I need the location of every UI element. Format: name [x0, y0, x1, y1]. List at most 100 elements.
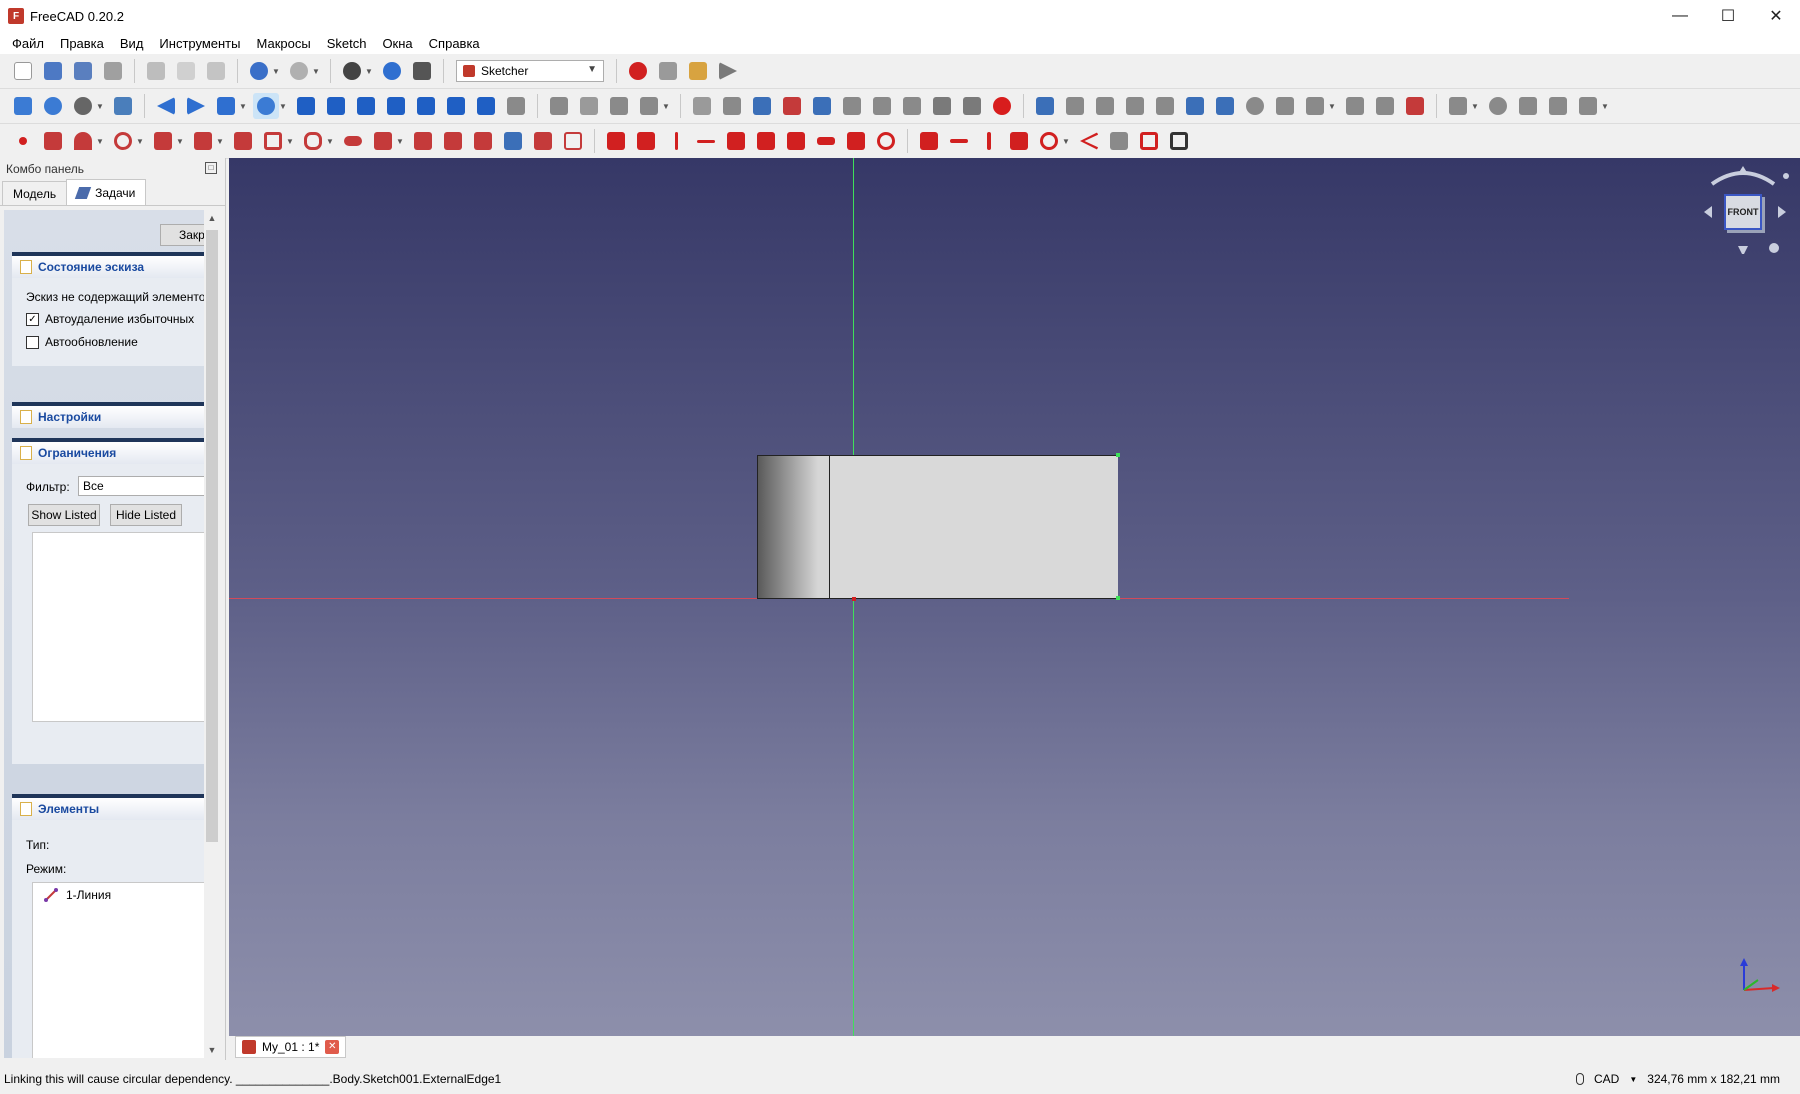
constraints-header[interactable]: Ограничения [12, 438, 204, 464]
3d-viewport[interactable]: FRONT [229, 158, 1800, 1036]
rectangle-icon[interactable] [260, 128, 286, 154]
macro-run-icon[interactable] [715, 58, 741, 84]
stop-operation-icon[interactable] [989, 93, 1015, 119]
draw-style-icon[interactable] [70, 93, 96, 119]
close-sketch-button[interactable]: Закр [160, 224, 204, 246]
distance-constraint-icon[interactable] [1006, 128, 1032, 154]
select-redundant-icon[interactable] [1152, 93, 1178, 119]
perpendicular-constraint-icon[interactable] [753, 128, 779, 154]
navcube-front-face[interactable]: FRONT [1724, 194, 1762, 230]
vertical-distance-icon[interactable] [976, 128, 1002, 154]
show-hide-geometry-icon[interactable] [1242, 93, 1268, 119]
view-top-icon[interactable] [353, 93, 379, 119]
menu-file[interactable]: Файл [4, 36, 52, 51]
tangent-constraint-icon[interactable] [783, 128, 809, 154]
block-constraint-icon[interactable] [873, 128, 899, 154]
select-vertical-axis-icon[interactable] [1092, 93, 1118, 119]
fit-all-icon[interactable] [10, 93, 36, 119]
minimize-button[interactable]: — [1656, 0, 1704, 32]
workbench-selector[interactable]: Sketcher ▼ [456, 60, 604, 82]
tab-tasks[interactable]: Задачи [66, 179, 147, 205]
sketch-edit-icon[interactable] [719, 93, 745, 119]
sketch-leave-icon[interactable] [749, 93, 775, 119]
menu-macros[interactable]: Макросы [248, 36, 318, 51]
menu-sketch[interactable]: Sketch [319, 36, 375, 51]
clone-icon[interactable] [1302, 93, 1328, 119]
filter-select[interactable]: Все [78, 476, 204, 496]
delete-all-geometry-icon[interactable] [1402, 93, 1428, 119]
settings-header[interactable]: Настройки [12, 402, 204, 428]
vertex-point[interactable] [1116, 453, 1120, 457]
bspline-curve-icon[interactable] [190, 128, 216, 154]
auto-remove-redundant-checkbox[interactable]: ✓ Автоудаление избыточных [26, 312, 194, 326]
paste-icon[interactable] [203, 58, 229, 84]
hide-listed-button[interactable]: Hide Listed [110, 504, 182, 526]
toggle-active-icon[interactable] [1166, 128, 1192, 154]
parallel-constraint-icon[interactable] [723, 128, 749, 154]
origin-point[interactable] [852, 597, 856, 601]
create-part-icon[interactable] [546, 93, 572, 119]
view-isometric-icon[interactable] [293, 93, 319, 119]
arc-icon[interactable] [70, 128, 96, 154]
copy-icon[interactable] [173, 58, 199, 84]
create-group-icon[interactable] [576, 93, 602, 119]
measure-icon[interactable] [503, 93, 529, 119]
merge-sketch-icon[interactable] [929, 93, 955, 119]
remove-axes-alignment-icon[interactable] [1372, 93, 1398, 119]
select-origin-icon[interactable] [1062, 93, 1088, 119]
checkbox-unchecked[interactable] [26, 335, 39, 349]
constraints-list[interactable] [32, 532, 204, 722]
print-icon[interactable] [100, 58, 126, 84]
rectangular-array-icon[interactable] [1342, 93, 1368, 119]
link-actions-icon[interactable] [636, 93, 662, 119]
whats-this-icon[interactable] [409, 58, 435, 84]
horizontal-distance-icon[interactable] [946, 128, 972, 154]
construction-mode-icon[interactable] [560, 128, 586, 154]
map-sketch-icon[interactable] [839, 93, 865, 119]
sync-view-icon[interactable] [253, 93, 279, 119]
elements-list[interactable] [32, 882, 204, 1058]
bspline-icon[interactable] [1445, 93, 1471, 119]
lock-constraint-icon[interactable] [916, 128, 942, 154]
select-horizontal-axis-icon[interactable] [1122, 93, 1148, 119]
redo-icon[interactable] [286, 58, 312, 84]
chevron-down-icon[interactable]: ▼ [1629, 1075, 1637, 1084]
point-on-object-constraint-icon[interactable] [633, 128, 659, 154]
point-icon[interactable] [10, 128, 36, 154]
refresh-icon[interactable] [379, 58, 405, 84]
symmetric-constraint-icon[interactable] [843, 128, 869, 154]
bounding-box-icon[interactable] [110, 93, 136, 119]
split-icon[interactable] [470, 128, 496, 154]
snell-law-icon[interactable] [1106, 128, 1132, 154]
menu-windows[interactable]: Окна [374, 36, 420, 51]
bspline-knot-icon[interactable] [1575, 93, 1601, 119]
coincident-constraint-icon[interactable] [603, 128, 629, 154]
angle-constraint-icon[interactable] [1076, 128, 1102, 154]
polyline-icon[interactable] [230, 128, 256, 154]
equal-constraint-icon[interactable] [813, 128, 839, 154]
back-arrow-icon[interactable] [153, 93, 179, 119]
show-listed-button[interactable]: Show Listed [28, 504, 100, 526]
view-front-icon[interactable] [323, 93, 349, 119]
view-left-icon[interactable] [473, 93, 499, 119]
elements-header[interactable]: Элементы [12, 794, 204, 820]
validate-sketch-icon[interactable] [899, 93, 925, 119]
forward-arrow-icon[interactable] [183, 93, 209, 119]
close-window-button[interactable]: ✕ [1752, 0, 1800, 32]
maximize-button[interactable]: ☐ [1704, 0, 1752, 32]
line-icon[interactable] [40, 128, 66, 154]
carbon-copy-icon[interactable] [530, 128, 556, 154]
view-right-icon[interactable] [383, 93, 409, 119]
fillet-icon[interactable] [370, 128, 396, 154]
polygon-icon[interactable] [300, 128, 326, 154]
slot-icon[interactable] [340, 128, 366, 154]
scroll-down-icon[interactable]: ▼ [204, 1042, 220, 1058]
macro-stop-icon[interactable] [655, 58, 681, 84]
horizontal-constraint-icon[interactable] [693, 128, 719, 154]
toggle-driving-icon[interactable] [1136, 128, 1162, 154]
menu-edit[interactable]: Правка [52, 36, 112, 51]
radius-constraint-icon[interactable] [1036, 128, 1062, 154]
sketch-section-icon[interactable] [809, 93, 835, 119]
view-rear-icon[interactable] [413, 93, 439, 119]
vertical-constraint-icon[interactable] [663, 128, 689, 154]
